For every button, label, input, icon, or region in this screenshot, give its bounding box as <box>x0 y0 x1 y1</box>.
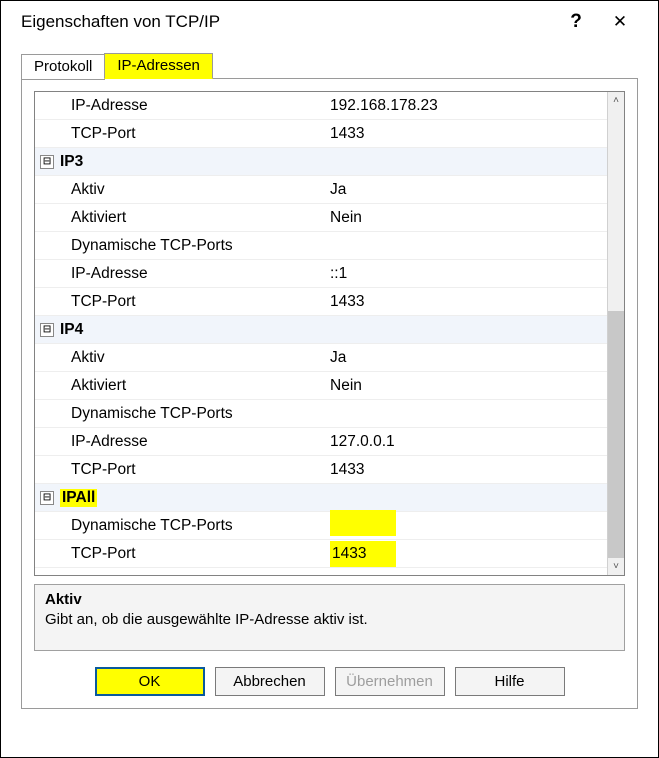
property-name: Dynamische TCP-Ports <box>71 517 326 535</box>
property-row[interactable]: AktivJa <box>35 176 607 204</box>
property-value[interactable]: Nein <box>326 209 607 227</box>
description-panel: Aktiv Gibt an, ob die ausgewählte IP-Adr… <box>34 584 625 651</box>
property-value[interactable]: 1433 <box>326 293 607 311</box>
cancel-button[interactable]: Abbrechen <box>215 667 325 696</box>
property-value[interactable]: 1433 <box>326 461 607 479</box>
scroll-track[interactable] <box>608 109 624 558</box>
property-name: TCP-Port <box>71 545 326 563</box>
property-row[interactable]: Dynamische TCP-Ports <box>35 512 607 540</box>
collapse-icon[interactable]: ⊟ <box>40 491 54 505</box>
property-name: TCP-Port <box>71 461 326 479</box>
property-value[interactable] <box>326 510 607 541</box>
tab-panel: IP-Adresse192.168.178.23TCP-Port1433⊟IP3… <box>21 78 638 709</box>
property-name: TCP-Port <box>71 293 326 311</box>
dialog-title: Eigenschaften von TCP/IP <box>21 12 554 32</box>
property-name: IP-Adresse <box>71 265 326 283</box>
property-row[interactable]: IP-Adresse127.0.0.1 <box>35 428 607 456</box>
property-row[interactable]: Dynamische TCP-Ports <box>35 232 607 260</box>
group-row[interactable]: ⊟ IP3 <box>35 148 607 176</box>
property-row[interactable]: IP-Adresse::1 <box>35 260 607 288</box>
property-name: Dynamische TCP-Ports <box>71 237 326 255</box>
description-title: Aktiv <box>45 591 614 608</box>
property-row[interactable]: IP-Adresse192.168.178.23 <box>35 92 607 120</box>
tab-ip-adressen[interactable]: IP-Adressen <box>104 53 213 79</box>
property-value[interactable]: 192.168.178.23 <box>326 97 607 115</box>
property-name: TCP-Port <box>71 125 326 143</box>
ok-button[interactable]: OK <box>95 667 205 696</box>
property-value[interactable]: 1433 <box>326 125 607 143</box>
property-name: Dynamische TCP-Ports <box>71 405 326 423</box>
property-row[interactable]: TCP-Port1433 <box>35 456 607 484</box>
property-name: IP-Adresse <box>71 433 326 451</box>
properties-dialog: Eigenschaften von TCP/IP ? ✕ Protokoll I… <box>0 0 659 758</box>
property-value[interactable]: Ja <box>326 181 607 199</box>
property-row[interactable]: AktiviertNein <box>35 204 607 232</box>
group-name: IPAll <box>60 489 315 507</box>
property-grid[interactable]: IP-Adresse192.168.178.23TCP-Port1433⊟IP3… <box>35 92 607 575</box>
close-icon[interactable]: ✕ <box>598 12 642 32</box>
property-row[interactable]: AktivJa <box>35 344 607 372</box>
property-row[interactable]: Dynamische TCP-Ports <box>35 400 607 428</box>
property-row[interactable]: TCP-Port1433 <box>35 288 607 316</box>
property-name: Aktiviert <box>71 209 326 227</box>
collapse-icon[interactable]: ⊟ <box>40 155 54 169</box>
property-name: Aktiv <box>71 349 326 367</box>
tab-protokoll[interactable]: Protokoll <box>21 54 105 80</box>
property-row[interactable]: AktiviertNein <box>35 372 607 400</box>
property-row[interactable]: TCP-Port1433 <box>35 540 607 568</box>
help-icon[interactable]: ? <box>554 11 598 33</box>
property-value[interactable]: ::1 <box>326 265 607 283</box>
group-name: IP3 <box>60 153 315 171</box>
group-name: IP4 <box>60 321 315 339</box>
group-row[interactable]: ⊟ IPAll <box>35 484 607 512</box>
dialog-content: Protokoll IP-Adressen IP-Adresse192.168.… <box>1 43 658 723</box>
group-row[interactable]: ⊟ IP4 <box>35 316 607 344</box>
property-value[interactable]: 1433 <box>326 541 607 567</box>
tab-strip: Protokoll IP-Adressen <box>21 53 638 79</box>
titlebar: Eigenschaften von TCP/IP ? ✕ <box>1 1 658 43</box>
property-grid-container: IP-Adresse192.168.178.23TCP-Port1433⊟IP3… <box>34 91 625 576</box>
collapse-icon[interactable]: ⊟ <box>40 323 54 337</box>
property-name: Aktiv <box>71 181 326 199</box>
description-text: Gibt an, ob die ausgewählte IP-Adresse a… <box>45 611 614 628</box>
help-button[interactable]: Hilfe <box>455 667 565 696</box>
property-value[interactable]: Ja <box>326 349 607 367</box>
property-value[interactable]: 127.0.0.1 <box>326 433 607 451</box>
property-name: IP-Adresse <box>71 97 326 115</box>
property-name: Aktiviert <box>71 377 326 395</box>
button-row: OK Abbrechen Übernehmen Hilfe <box>34 667 625 696</box>
apply-button: Übernehmen <box>335 667 445 696</box>
property-row[interactable]: TCP-Port1433 <box>35 120 607 148</box>
scroll-up-icon[interactable]: ˄ <box>608 92 624 109</box>
scroll-down-icon[interactable]: ˅ <box>608 558 624 575</box>
property-value[interactable]: Nein <box>326 377 607 395</box>
scroll-thumb[interactable] <box>608 311 624 558</box>
scrollbar[interactable]: ˄ ˅ <box>607 92 624 575</box>
